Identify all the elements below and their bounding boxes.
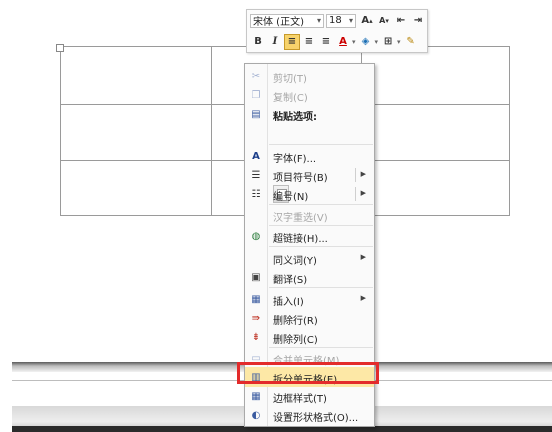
copy-icon: ❐ xyxy=(251,89,261,101)
font-name-value: 宋体 (正文) xyxy=(253,17,304,28)
grow-font-button[interactable]: A ▴ xyxy=(359,13,375,29)
font-name-select[interactable]: 宋体 (正文) ▾ xyxy=(250,13,324,28)
bold-icon: B xyxy=(254,36,262,47)
chevron-right-icon: ▶ xyxy=(360,253,366,261)
menu-item-cut[interactable]: ✂ 剪切(T) xyxy=(245,66,374,86)
increase-indent-icon: ⇥ xyxy=(413,15,423,26)
menu-separator xyxy=(269,287,373,288)
decrease-indent-icon: ⇤ xyxy=(396,15,406,26)
chevron-right-icon[interactable]: ▶ xyxy=(361,170,366,178)
insert-icon: ▦ xyxy=(251,293,261,305)
menu-item-copy[interactable]: ❐ 复制(C) xyxy=(245,85,374,105)
format-shape-icon: ◐ xyxy=(251,409,261,421)
menu-item-label: 边框样式(T) xyxy=(273,394,327,405)
bold-button[interactable]: B xyxy=(250,34,266,50)
table-column-border xyxy=(211,47,212,215)
paint-bucket-icon: ◈ xyxy=(361,36,370,47)
borders-button[interactable]: ⊞ xyxy=(380,34,396,50)
font-size-select[interactable]: 18 ▾ xyxy=(326,13,356,28)
menu-item-label: 编号(N) xyxy=(273,192,309,203)
bullets-icon: ☰ xyxy=(251,169,261,181)
numbering-icon: ☷ xyxy=(251,188,261,200)
menu-item-label: 删除列(C) xyxy=(273,335,318,346)
menu-item-format-shape[interactable]: ◐ 设置形状格式(O)... xyxy=(245,405,374,425)
decrease-indent-button[interactable]: ⇤ xyxy=(393,13,409,29)
menu-item-label: 汉字重选(V) xyxy=(273,213,328,224)
chevron-right-icon[interactable]: ▶ xyxy=(361,189,366,197)
align-left-button[interactable]: ≡ xyxy=(284,33,300,50)
chevron-down-icon: ▾ xyxy=(348,16,353,25)
split-divider xyxy=(355,187,356,201)
menu-item-label: 项目符号(B) xyxy=(273,173,328,184)
chevron-down-icon[interactable]: ▾ xyxy=(375,38,379,46)
align-right-icon: ≡ xyxy=(321,36,331,47)
menu-item-label: 翻译(S) xyxy=(273,275,308,286)
menu-item-hyperlink[interactable]: ◍ 超链接(H)... xyxy=(245,226,374,246)
menu-item-label: 同义词(Y) xyxy=(273,256,317,267)
menu-item-label: 复制(C) xyxy=(273,93,308,104)
chevron-down-icon[interactable]: ▾ xyxy=(397,38,401,46)
borders-icon: ⊞ xyxy=(383,36,393,47)
menu-item-label: 超链接(H)... xyxy=(273,234,328,245)
font-size-value: 18 xyxy=(329,15,342,26)
align-right-button[interactable]: ≡ xyxy=(318,34,334,50)
menu-item-font[interactable]: A 字体(F)... xyxy=(245,146,374,166)
menu-separator xyxy=(269,144,373,145)
align-left-icon: ≡ xyxy=(287,36,297,47)
format-painter-button[interactable]: ✎ xyxy=(403,34,419,50)
menu-item-label: 粘贴选项: xyxy=(273,112,317,123)
translate-icon: ▣ xyxy=(251,271,261,283)
table-move-handle[interactable] xyxy=(56,44,64,52)
font-icon: A xyxy=(252,150,260,162)
menu-item-insert[interactable]: ▦ 插入(I) ▶ xyxy=(245,289,374,309)
menu-item-label: 字体(F)... xyxy=(273,154,317,165)
menu-item-numbering[interactable]: ☷ 编号(N) ▶ xyxy=(245,184,374,204)
format-painter-icon: ✎ xyxy=(406,36,415,47)
menu-item-label: 剪切(T) xyxy=(273,74,307,85)
split-divider xyxy=(355,168,356,182)
delete-row-icon: ⇛ xyxy=(251,312,261,324)
delete-column-icon: ⇟ xyxy=(251,331,261,343)
font-color-button[interactable]: A xyxy=(335,34,351,50)
chevron-down-icon[interactable]: ▾ xyxy=(352,38,356,46)
menu-item-delete-column[interactable]: ⇟ 删除列(C) xyxy=(245,327,374,347)
menu-item-delete-row[interactable]: ⇛ 删除行(R) xyxy=(245,308,374,328)
shading-button[interactable]: ◈ xyxy=(358,34,374,50)
border-style-icon: ▦ xyxy=(251,390,261,402)
annotation-highlight-box xyxy=(237,362,379,384)
align-center-icon: ≡ xyxy=(304,36,314,47)
scissors-icon: ✂ xyxy=(251,70,261,82)
menu-item-bullets[interactable]: ☰ 项目符号(B) ▶ xyxy=(245,165,374,185)
italic-button[interactable]: I xyxy=(267,34,283,50)
italic-icon: I xyxy=(272,36,278,47)
chevron-down-icon: ▾ xyxy=(316,16,321,25)
font-color-icon: A xyxy=(339,36,347,47)
shrink-font-button[interactable]: A ▾ xyxy=(376,13,392,29)
menu-item-border-style[interactable]: ▦ 边框样式(T) xyxy=(245,386,374,406)
menu-separator xyxy=(269,246,373,247)
paste-icon: ▤ xyxy=(251,108,261,120)
grow-font-icon: A xyxy=(361,15,370,26)
hyperlink-icon: ◍ xyxy=(251,230,261,242)
chevron-right-icon: ▶ xyxy=(360,294,366,302)
menu-item-reconvert[interactable]: 汉字重选(V) xyxy=(245,205,374,225)
menu-item-paste-options: ▤ 粘贴选项: xyxy=(245,104,374,124)
menu-item-label: 删除行(R) xyxy=(273,316,318,327)
menu-item-label: 设置形状格式(O)... xyxy=(273,413,359,424)
menu-item-synonyms[interactable]: 同义词(Y) ▶ xyxy=(245,248,374,268)
increase-indent-button[interactable]: ⇥ xyxy=(410,13,426,29)
menu-item-translate[interactable]: ▣ 翻译(S) xyxy=(245,267,374,287)
align-center-button[interactable]: ≡ xyxy=(301,34,317,50)
menu-item-label: 插入(I) xyxy=(273,297,304,308)
mini-toolbar: 宋体 (正文) ▾ 18 ▾ A ▴ A ▾ ⇤ ⇥ B I ≡ ≡ ≡ A ▾… xyxy=(246,9,428,53)
